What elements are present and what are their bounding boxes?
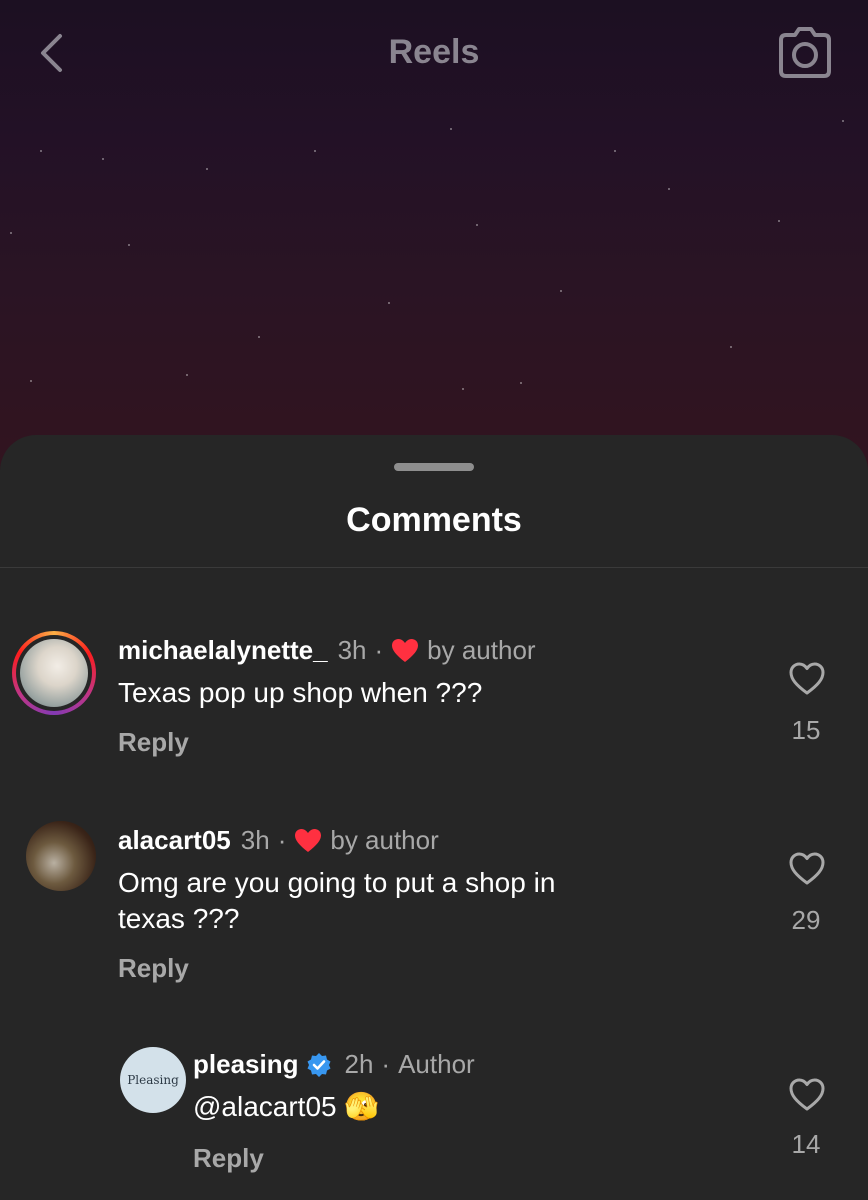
camera-button[interactable]	[776, 26, 834, 80]
divider	[0, 567, 868, 568]
comment-meta: michaelalynette_ 3h · by author	[118, 635, 536, 666]
comment-text: Texas pop up shop when ???	[118, 677, 483, 708]
comment-text-line-1: Omg are you going to put a shop in	[118, 867, 556, 898]
comment-time: 3h	[337, 635, 367, 665]
meta-separator: ·	[381, 1049, 391, 1079]
reply-button[interactable]: Reply	[118, 953, 189, 984]
liked-by-author-label: by author	[330, 825, 439, 855]
comment-meta: pleasing 2h · Author	[193, 1049, 475, 1080]
reply-button[interactable]: Reply	[193, 1143, 264, 1174]
like-button[interactable]	[788, 661, 826, 697]
heart-outline-icon	[789, 662, 825, 695]
sheet-title: Comments	[346, 501, 522, 539]
avatar[interactable]	[12, 631, 96, 715]
comment-username[interactable]: pleasing	[193, 1049, 298, 1080]
reply-comment-item: Pleasing pleasing 2h · Author @alacart05…	[0, 1047, 868, 1197]
like-count: 29	[791, 905, 821, 935]
top-bar: Reels	[0, 0, 868, 110]
avatar-brand-text: Pleasing	[127, 1073, 179, 1087]
like-button[interactable]	[788, 851, 826, 887]
like-count: 14	[791, 1129, 821, 1159]
heart-filled-icon	[392, 638, 419, 662]
heart-outline-icon	[789, 852, 825, 885]
comment-time: 3h	[240, 825, 270, 855]
comment-item: alacart05 3h · by author Omg are you goi…	[0, 821, 868, 991]
avatar[interactable]: Pleasing	[120, 1047, 186, 1113]
like-count: 15	[791, 715, 821, 745]
comment-meta: alacart05 3h · by author	[118, 825, 439, 856]
heart-outline-icon	[789, 1078, 825, 1111]
reply-button[interactable]: Reply	[118, 727, 189, 758]
meta-separator: ·	[277, 825, 287, 855]
liked-by-author-label: by author	[427, 635, 536, 665]
like-button[interactable]	[788, 1077, 826, 1113]
comments-sheet: Comments michaelalynette_ 3h · by author…	[0, 435, 868, 1200]
comment-text: @alacart05 🫣	[193, 1091, 380, 1122]
verified-badge-icon	[307, 1052, 331, 1077]
heart-filled-icon	[295, 828, 322, 852]
page-title: Reels	[388, 33, 480, 71]
comment-username[interactable]: michaelalynette_	[118, 635, 328, 666]
camera-icon	[779, 27, 831, 78]
author-label: Author	[398, 1049, 475, 1079]
meta-separator: ·	[374, 635, 384, 665]
sheet-drag-handle[interactable]	[394, 463, 474, 471]
comment-time: 2h	[344, 1049, 374, 1079]
comment-text-line-2: texas ???	[118, 903, 240, 934]
comment-item: michaelalynette_ 3h · by author Texas po…	[0, 631, 868, 771]
comment-username[interactable]: alacart05	[118, 825, 231, 856]
avatar[interactable]	[26, 821, 96, 891]
